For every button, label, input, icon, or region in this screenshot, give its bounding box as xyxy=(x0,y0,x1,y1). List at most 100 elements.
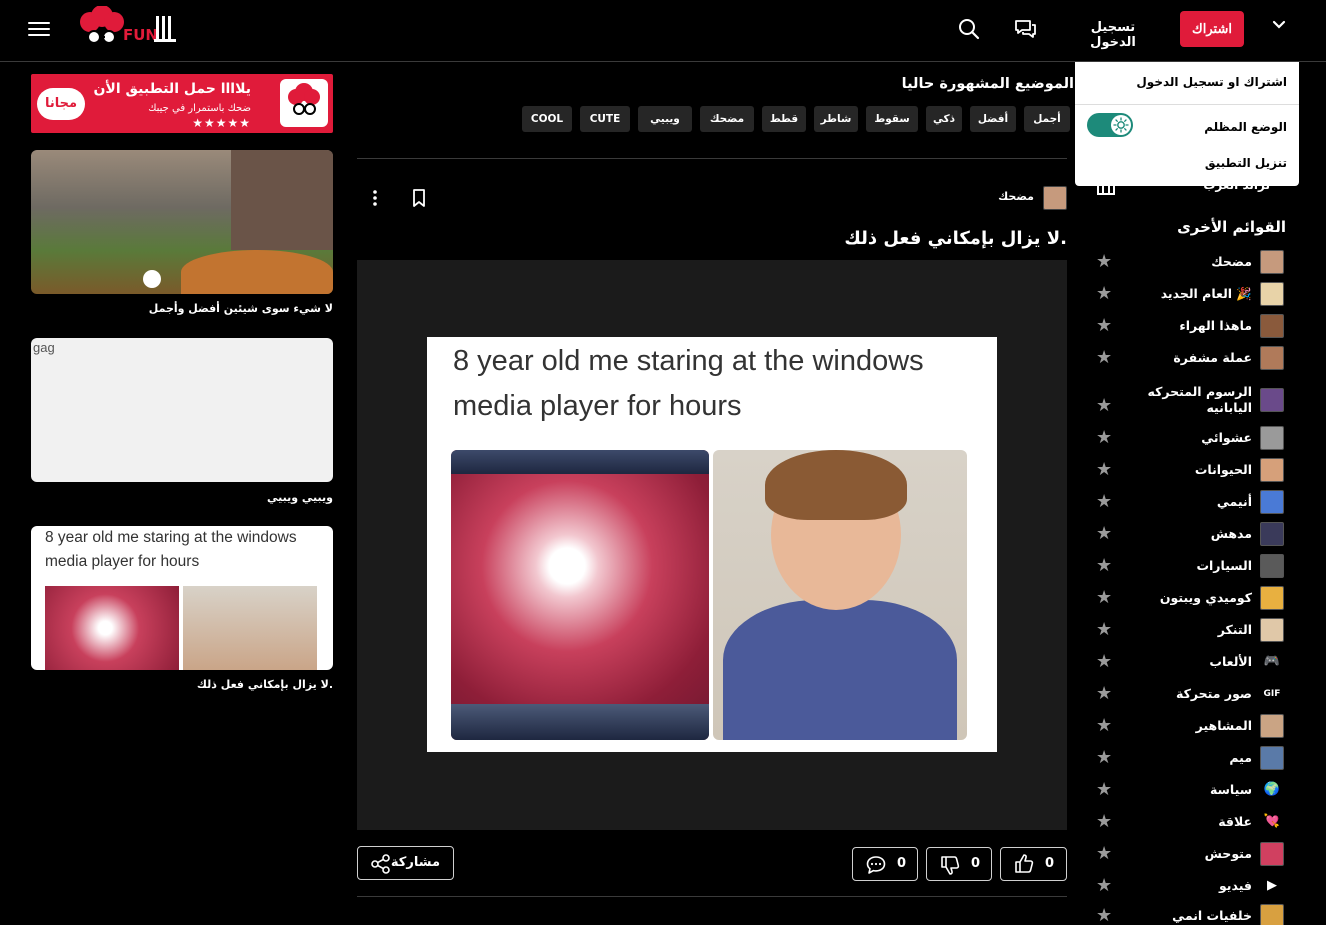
favorite-star-icon[interactable]: ★ xyxy=(1096,348,1112,368)
sidebar-category-item[interactable]: السيارات ★ xyxy=(1090,554,1290,584)
related-card-image[interactable]: gag xyxy=(31,338,333,482)
tag-5[interactable]: قطط xyxy=(762,106,806,132)
player-top-bar xyxy=(451,450,709,474)
sidebar-category-item[interactable]: التنكر ★ xyxy=(1090,618,1290,648)
favorite-star-icon[interactable]: ★ xyxy=(1096,588,1112,608)
categories-sidebar: تراند العرب القوائم الأخرى مضحك★العام ال… xyxy=(1090,170,1290,925)
favorite-star-icon[interactable]: ★ xyxy=(1096,812,1112,832)
like-button[interactable]: 0 xyxy=(1000,847,1067,881)
related-card-image[interactable] xyxy=(31,150,333,294)
sidebar-category-item[interactable]: 💘 علاقة ★ xyxy=(1090,810,1290,840)
comments-button[interactable]: 0 xyxy=(852,847,918,881)
sidebar-category-item[interactable]: ماهذا الهراء ★ xyxy=(1090,314,1290,344)
favorite-star-icon[interactable]: ★ xyxy=(1096,524,1112,544)
signup-button[interactable]: اشتراك xyxy=(1180,11,1244,47)
favorite-star-icon[interactable]: ★ xyxy=(1096,716,1112,736)
favorite-star-icon[interactable]: ★ xyxy=(1096,316,1112,336)
dislike-button[interactable]: 0 xyxy=(926,847,992,881)
category-label: عملة مشفرة xyxy=(1173,350,1252,365)
favorite-star-icon[interactable]: ★ xyxy=(1096,284,1112,304)
sidebar-category-item[interactable]: كوميدي ويبتون ★ xyxy=(1090,586,1290,616)
sidebar-category-item[interactable]: عشوائي ★ xyxy=(1090,426,1290,456)
favorite-star-icon[interactable]: ★ xyxy=(1096,556,1112,576)
category-avatar[interactable] xyxy=(1043,186,1067,210)
site-logo[interactable]: FUN xyxy=(76,5,180,52)
favorite-star-icon[interactable]: ★ xyxy=(1096,906,1112,925)
sidebar-category-item[interactable]: متوحش ★ xyxy=(1090,842,1290,872)
tag-2[interactable]: ذكي xyxy=(926,106,962,132)
chat-icon[interactable] xyxy=(1012,16,1038,42)
related-card-caption[interactable]: لا يزال بإمكاني فعل ذلك. xyxy=(197,678,333,691)
tag-0[interactable]: أجمل xyxy=(1024,106,1070,132)
more-options-icon[interactable] xyxy=(367,188,383,208)
search-icon[interactable] xyxy=(956,16,982,42)
sidebar-category-item[interactable]: 🎮 الألعاب ★ xyxy=(1090,650,1290,680)
post-title[interactable]: لا يزال بإمكاني فعل ذلك. xyxy=(844,228,1067,249)
category-thumb xyxy=(1260,490,1284,514)
app-promo-banner[interactable]: يلاااا حمل التطبيق الأن ضحك باستمرار في … xyxy=(31,74,333,133)
dislikes-count: 0 xyxy=(971,856,981,871)
chevron-down-icon[interactable] xyxy=(1270,16,1288,34)
favorite-star-icon[interactable]: ★ xyxy=(1096,492,1112,512)
category-label: متوحش xyxy=(1204,846,1252,861)
comment-icon xyxy=(866,856,886,874)
favorite-star-icon[interactable]: ★ xyxy=(1096,396,1112,416)
sidebar-category-item[interactable]: مدهش ★ xyxy=(1090,522,1290,552)
sidebar-category-item[interactable]: عملة مشفرة ★ xyxy=(1090,346,1290,376)
category-thumb xyxy=(1260,714,1284,738)
meme-caption: 8 year old me staring at the windows med… xyxy=(453,345,924,422)
share-button[interactable]: مشاركة xyxy=(357,846,454,880)
tag-6[interactable]: مضحك xyxy=(700,106,754,132)
favorite-star-icon[interactable]: ★ xyxy=(1096,748,1112,768)
category-thumb xyxy=(1260,346,1284,370)
post-meme-image[interactable]: 8 year old me staring at the windows med… xyxy=(427,337,997,752)
category-thumb xyxy=(1260,904,1284,925)
download-app-item[interactable]: تنزيل التطبيق xyxy=(1205,156,1287,170)
favorite-star-icon[interactable]: ★ xyxy=(1096,844,1112,864)
sidebar-category-item[interactable]: ميم ★ xyxy=(1090,746,1290,776)
sidebar-category-item[interactable]: ▶ فيديو ★ xyxy=(1090,874,1290,904)
category-thumb xyxy=(1260,388,1284,412)
favorite-star-icon[interactable]: ★ xyxy=(1096,428,1112,448)
sidebar-category-item[interactable]: الرسوم المتحركه اليابانيه ★ xyxy=(1090,384,1290,416)
related-card-caption[interactable]: لا شيء سوى شيئين أفضل وأجمل xyxy=(149,302,333,315)
tag-8[interactable]: CUTE xyxy=(580,106,630,132)
menu-icon[interactable] xyxy=(28,18,50,40)
sidebar-category-item[interactable]: خلفيات انمي ★ xyxy=(1090,904,1290,925)
related-card-caption[interactable]: ويبيي ويبيي xyxy=(267,491,333,504)
favorite-star-icon[interactable]: ★ xyxy=(1096,620,1112,640)
tag-9[interactable]: COOL xyxy=(522,106,572,132)
promo-rating: ★★★★★ xyxy=(192,116,251,130)
tag-4[interactable]: شاطر xyxy=(814,106,858,132)
sidebar-category-item[interactable]: أنيمي ★ xyxy=(1090,490,1290,520)
sidebar-category-item[interactable]: المشاهير ★ xyxy=(1090,714,1290,744)
tag-3[interactable]: سقوط xyxy=(866,106,918,132)
comments-count: 0 xyxy=(897,856,907,871)
favorite-star-icon[interactable]: ★ xyxy=(1096,684,1112,704)
tag-1[interactable]: أفضل xyxy=(970,106,1016,132)
favorite-star-icon[interactable]: ★ xyxy=(1096,252,1112,272)
favorite-star-icon[interactable]: ★ xyxy=(1096,460,1112,480)
divider xyxy=(357,896,1067,897)
post-category[interactable]: مضحك xyxy=(998,190,1034,203)
category-label: المشاهير xyxy=(1195,718,1252,733)
dark-mode-toggle[interactable] xyxy=(1087,113,1133,137)
sidebar-category-item[interactable]: العام الجديد 🎉 ★ xyxy=(1090,282,1290,312)
favorite-star-icon[interactable]: ★ xyxy=(1096,652,1112,672)
login-link[interactable]: تسجيل الدخول xyxy=(1068,20,1158,50)
signup-or-login-item[interactable]: اشتراك او تسجيل الدخول xyxy=(1136,75,1287,89)
tag-7[interactable]: ويبيي xyxy=(638,106,692,132)
sidebar-category-item[interactable]: مضحك ★ xyxy=(1090,250,1290,280)
related-meme-caption: 8 year old me staring at the windows med… xyxy=(45,529,297,570)
free-download-button[interactable]: مجانا xyxy=(37,88,85,120)
sidebar-category-item[interactable]: GIF صور متحركة ★ xyxy=(1090,682,1290,712)
favorite-star-icon[interactable]: ★ xyxy=(1096,876,1112,896)
sidebar-category-item[interactable]: 🌍 سياسة ★ xyxy=(1090,778,1290,808)
related-card-image[interactable]: 8 year old me staring at the windows med… xyxy=(31,526,333,670)
category-thumb xyxy=(1260,618,1284,642)
sidebar-category-item[interactable]: الحيوانات ★ xyxy=(1090,458,1290,488)
favorite-star-icon[interactable]: ★ xyxy=(1096,780,1112,800)
bookmark-icon[interactable] xyxy=(410,188,428,208)
app-icon xyxy=(280,79,328,127)
category-label: أنيمي xyxy=(1216,494,1252,509)
